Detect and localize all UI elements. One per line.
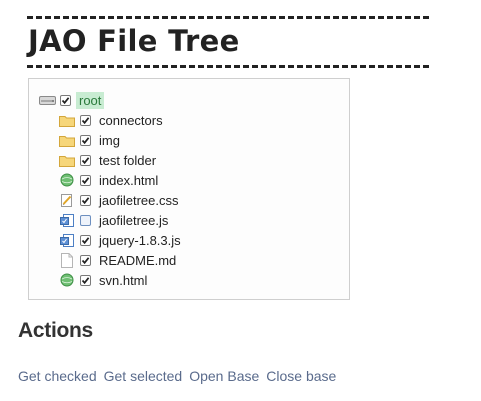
- tree-item-checkbox[interactable]: [80, 194, 91, 206]
- page-title: JAO File Tree: [28, 24, 240, 58]
- tree-item-jquery-js[interactable]: jquery-1.8.3.js: [58, 230, 184, 250]
- blank-file-icon: [58, 251, 76, 269]
- folder-icon: [58, 111, 76, 129]
- tree-root-label[interactable]: root: [76, 91, 105, 109]
- tree-item-img[interactable]: img: [58, 130, 123, 150]
- actions-heading: Actions: [18, 319, 93, 342]
- tree-item-label[interactable]: jaofiletree.css: [96, 192, 181, 209]
- tree-item-label[interactable]: test folder: [96, 152, 159, 169]
- tree-item-label[interactable]: README.md: [96, 252, 179, 269]
- get-checked-link[interactable]: Get checked: [18, 368, 97, 384]
- close-base-link[interactable]: Close base: [266, 368, 336, 384]
- tree-item-svn-html[interactable]: svn.html: [58, 270, 150, 290]
- header: JAO File Tree: [27, 16, 429, 68]
- tree-item-test-folder[interactable]: test folder: [58, 150, 159, 170]
- html-file-icon: [58, 171, 76, 189]
- file-tree: root connectors img test folder index.ht…: [28, 78, 350, 300]
- tree-item-checkbox[interactable]: [80, 114, 91, 126]
- tree-item-jaofiletree-css[interactable]: jaofiletree.css: [58, 190, 181, 210]
- tree-item-checkbox[interactable]: [80, 214, 91, 226]
- tree-item-jaofiletree-js[interactable]: jaofiletree.js: [58, 210, 171, 230]
- html-file-icon: [58, 271, 76, 289]
- tree-root-checkbox[interactable]: [60, 94, 71, 106]
- tree-item-label[interactable]: jquery-1.8.3.js: [96, 232, 184, 249]
- tree-item-readme-md[interactable]: README.md: [58, 250, 179, 270]
- tree-item-label[interactable]: connectors: [96, 112, 166, 129]
- tree-item-label[interactable]: index.html: [96, 172, 161, 189]
- tree-item-index-html[interactable]: index.html: [58, 170, 161, 190]
- tree-item-checkbox[interactable]: [80, 254, 91, 266]
- js-file-icon: [58, 211, 76, 229]
- js-file-icon: [58, 231, 76, 249]
- tree-item-checkbox[interactable]: [80, 154, 91, 166]
- tree-item-checkbox[interactable]: [80, 274, 91, 286]
- tree-item-checkbox[interactable]: [80, 174, 91, 186]
- actions-links: Get checked Get selected Open Base Close…: [18, 368, 336, 384]
- folder-icon: [58, 131, 76, 149]
- page: JAO File Tree root connectors img test f…: [0, 0, 481, 401]
- folder-icon: [58, 151, 76, 169]
- get-selected-link[interactable]: Get selected: [104, 368, 183, 384]
- tree-item-checkbox[interactable]: [80, 134, 91, 146]
- tree-item-checkbox[interactable]: [80, 234, 91, 246]
- tree-item-label[interactable]: img: [96, 132, 123, 149]
- tree-item-label[interactable]: svn.html: [96, 272, 150, 289]
- drive-icon: [38, 91, 56, 109]
- tree-item-connectors[interactable]: connectors: [58, 110, 166, 130]
- css-file-icon: [58, 191, 76, 209]
- open-base-link[interactable]: Open Base: [189, 368, 259, 384]
- tree-root[interactable]: root: [38, 90, 105, 110]
- tree-item-label[interactable]: jaofiletree.js: [96, 212, 171, 229]
